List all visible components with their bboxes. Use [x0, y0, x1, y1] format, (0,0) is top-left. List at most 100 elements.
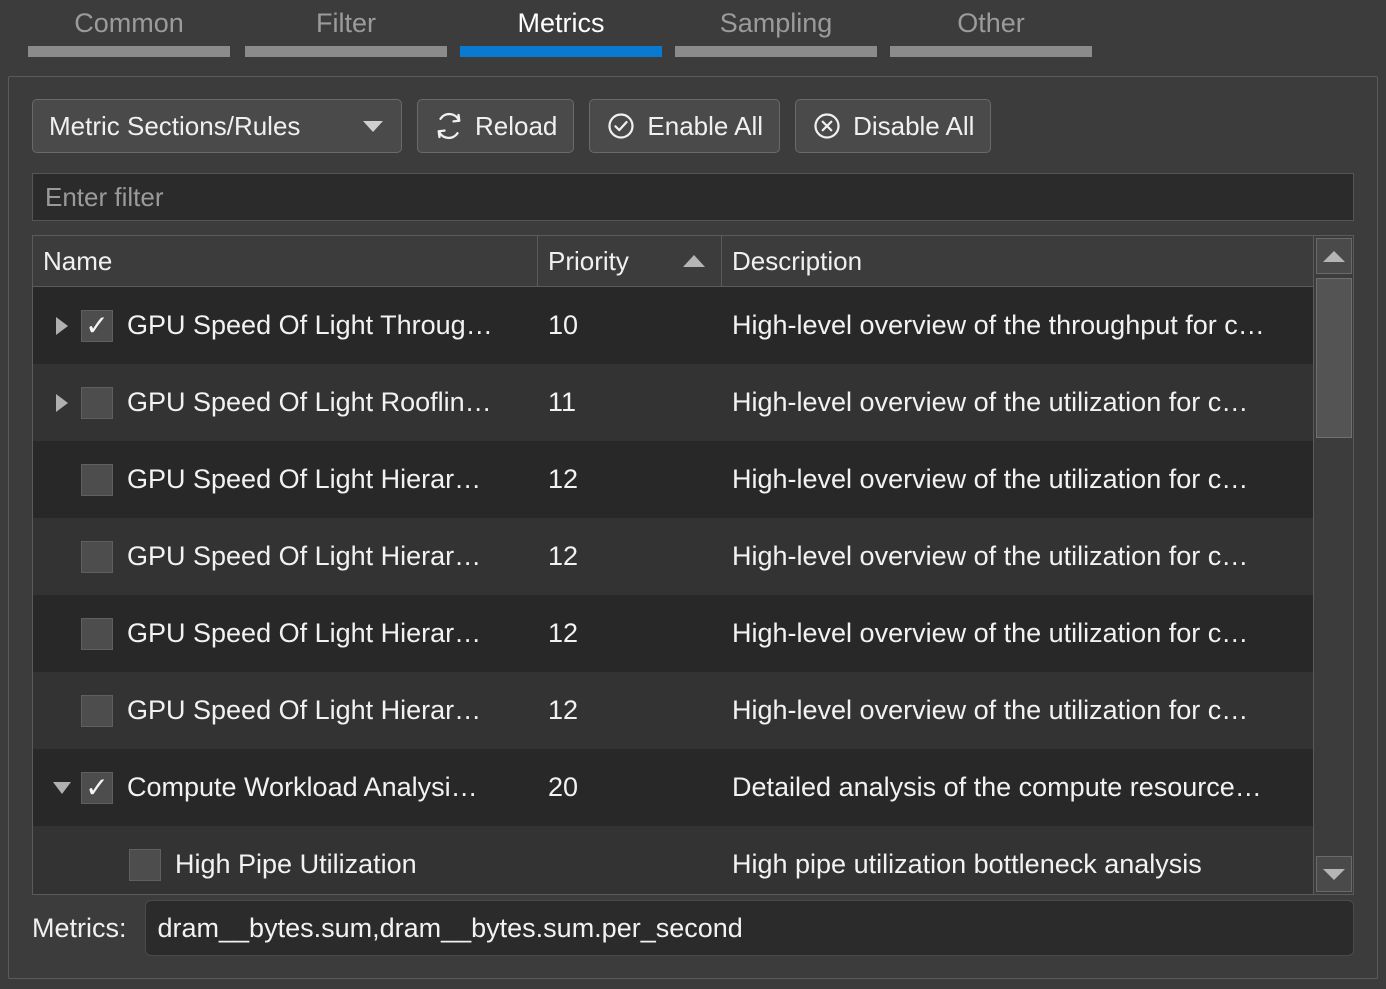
tab-underline: [28, 46, 230, 57]
metrics-label: Metrics:: [32, 913, 127, 944]
table-row[interactable]: GPU Speed Of Light Hierar… 12 High-level o…: [33, 672, 1353, 749]
metrics-settings-panel: Metric Sections/Rules Reload: [8, 76, 1378, 979]
triangle-right-icon: [56, 317, 68, 335]
table-body: ✓GPU Speed Of Light Throug… 10 High-level …: [33, 287, 1353, 895]
enable-all-button[interactable]: Enable All: [589, 99, 780, 153]
metrics-row: Metrics: dram__bytes.sum,dram__bytes.sum…: [32, 900, 1354, 956]
cell-description: High-level overview of the utilization f…: [722, 595, 1332, 672]
column-header-name-label: Name: [43, 246, 112, 277]
cell-priority: 10: [538, 287, 722, 364]
cell-priority: 11: [538, 364, 722, 441]
expand-arrow-icon[interactable]: [43, 317, 81, 335]
table-row[interactable]: ✓ Compute Workload Analysi… 20 Detailed ana…: [33, 749, 1353, 826]
column-header-description[interactable]: Description: [722, 236, 1332, 286]
row-checkbox[interactable]: [81, 464, 113, 496]
row-checkbox[interactable]: [81, 618, 113, 650]
collapse-arrow-icon[interactable]: [43, 782, 81, 794]
cell-name: GPU Speed Of Light Hierar…: [33, 518, 538, 595]
row-checkbox[interactable]: ✓: [81, 772, 113, 804]
cell-name: High Pipe Utilization: [33, 826, 538, 895]
expand-arrow-icon[interactable]: [43, 394, 81, 412]
row-description-text: High-level overview of the utilization f…: [732, 618, 1248, 649]
row-checkbox[interactable]: [81, 695, 113, 727]
row-name-text: Compute Workload Analysi…: [127, 772, 478, 803]
cell-description: High-level overview of the utilization f…: [722, 441, 1332, 518]
table-row[interactable]: GPU Speed Of Light Hierar… 12 High-level o…: [33, 441, 1353, 518]
toolbar: Metric Sections/Rules Reload: [32, 99, 991, 153]
row-name-text: GPU Speed Of Light Hierar…: [127, 618, 481, 649]
row-description-text: High-level overview of the utilization f…: [732, 387, 1248, 418]
tab-sampling[interactable]: Sampling: [675, 0, 877, 68]
cell-name: GPU Speed Of Light Hierar…: [33, 672, 538, 749]
row-priority-text: 12: [548, 618, 578, 649]
table-row[interactable]: GPU Speed Of Light Rooflin… 11 High-level …: [33, 364, 1353, 441]
row-name-text: GPU Speed Of Light Rooflin…: [127, 387, 492, 418]
tab-underline: [675, 46, 877, 57]
metric-sections-rules-label: Metric Sections/Rules: [49, 111, 300, 142]
cell-name: GPU Speed Of Light Hierar…: [33, 595, 538, 672]
cell-description: High-level overview of the utilization f…: [722, 518, 1332, 595]
tab-label: Sampling: [720, 0, 833, 46]
scrollbar-thumb[interactable]: [1316, 278, 1352, 438]
chevron-down-icon: [363, 121, 383, 132]
row-checkbox[interactable]: [81, 387, 113, 419]
row-checkbox[interactable]: ✓: [81, 310, 113, 342]
row-description-text: High-level overview of the utilization f…: [732, 541, 1248, 572]
tab-label: Metrics: [518, 0, 605, 46]
disable-all-button[interactable]: Disable All: [795, 99, 991, 153]
row-priority-text: 20: [548, 772, 578, 803]
table-row[interactable]: GPU Speed Of Light Hierar… 12 High-level o…: [33, 595, 1353, 672]
metrics-input[interactable]: dram__bytes.sum,dram__bytes.sum.per_seco…: [145, 900, 1355, 956]
reload-button[interactable]: Reload: [417, 99, 574, 153]
caret-down-icon: [1323, 869, 1345, 880]
tab-label: Filter: [316, 0, 376, 46]
tab-underline: [890, 46, 1092, 57]
row-description-text: High-level overview of the throughput fo…: [732, 310, 1265, 341]
row-checkbox[interactable]: [129, 849, 161, 881]
row-priority-text: 12: [548, 464, 578, 495]
cell-name: ✓ Compute Workload Analysi…: [33, 749, 538, 826]
filter-placeholder: Enter filter: [45, 182, 164, 213]
triangle-down-icon: [53, 782, 71, 794]
filter-input[interactable]: Enter filter: [32, 173, 1354, 221]
tab-common[interactable]: Common: [28, 0, 230, 68]
x-circle-icon: [812, 111, 842, 141]
triangle-right-icon: [56, 394, 68, 412]
row-priority-text: 12: [548, 695, 578, 726]
reload-label: Reload: [475, 111, 557, 142]
table-header-row: Name Priority Description: [33, 236, 1353, 287]
tab-other[interactable]: Other: [890, 0, 1092, 68]
row-priority-text: 12: [548, 541, 578, 572]
tab-filter[interactable]: Filter: [245, 0, 447, 68]
tab-underline: [460, 46, 662, 57]
cell-description: Detailed analysis of the compute resourc…: [722, 749, 1332, 826]
column-header-priority[interactable]: Priority: [538, 236, 722, 286]
cell-name: GPU Speed Of Light Hierar…: [33, 441, 538, 518]
table-row[interactable]: ✓GPU Speed Of Light Throug… 10 High-level …: [33, 287, 1353, 364]
table-row[interactable]: GPU Speed Of Light Hierar… 12 High-level o…: [33, 518, 1353, 595]
metrics-input-value: dram__bytes.sum,dram__bytes.sum.per_seco…: [158, 913, 743, 944]
column-header-name[interactable]: Name: [33, 236, 538, 286]
scroll-down-button[interactable]: [1316, 856, 1352, 892]
row-name-text: High Pipe Utilization: [175, 849, 417, 880]
row-description-text: Detailed analysis of the compute resourc…: [732, 772, 1262, 803]
scroll-up-button[interactable]: [1316, 238, 1352, 274]
tab-metrics[interactable]: Metrics: [460, 0, 662, 68]
table-row[interactable]: High Pipe Utilization High pipe utilizati…: [33, 826, 1353, 895]
row-checkbox[interactable]: [81, 541, 113, 573]
cell-description: High pipe utilization bottleneck analysi…: [722, 826, 1332, 895]
cell-priority: 20: [538, 749, 722, 826]
cell-priority: 12: [538, 441, 722, 518]
row-description-text: High pipe utilization bottleneck analysi…: [732, 849, 1202, 880]
cell-name: GPU Speed Of Light Rooflin…: [33, 364, 538, 441]
table-vertical-scrollbar[interactable]: [1313, 236, 1353, 894]
row-description-text: High-level overview of the utilization f…: [732, 695, 1248, 726]
row-priority-text: 11: [548, 387, 576, 418]
disable-all-label: Disable All: [853, 111, 974, 142]
tab-label: Common: [74, 0, 184, 46]
checkmark-icon: ✓: [85, 774, 108, 802]
metric-sections-rules-dropdown[interactable]: Metric Sections/Rules: [32, 99, 402, 153]
row-priority-text: 10: [548, 310, 578, 341]
cell-priority: 12: [538, 672, 722, 749]
cell-name: ✓GPU Speed Of Light Throug…: [33, 287, 538, 364]
